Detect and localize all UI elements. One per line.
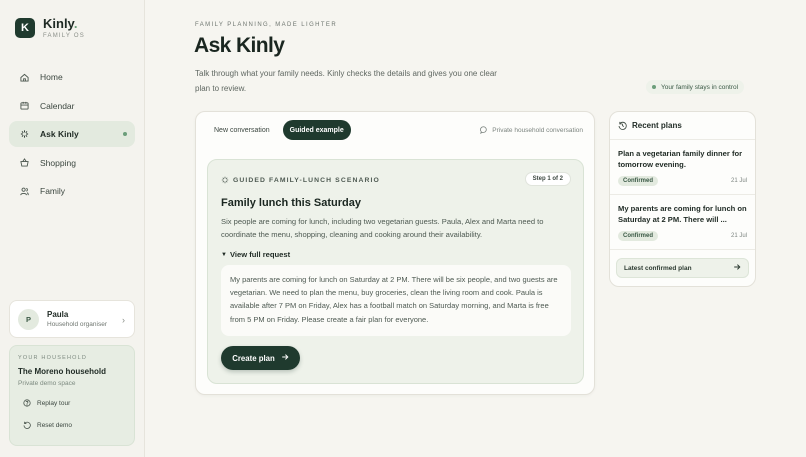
- household-card: YOUR HOUSEHOLD The Moreno household Priv…: [9, 345, 135, 446]
- plan-title: My parents are coming for lunch on Satur…: [618, 204, 747, 224]
- brand-subtitle: FAMILY OS: [43, 33, 85, 39]
- calendar-icon: [20, 101, 29, 110]
- plan-date: 21 Jul: [730, 178, 747, 184]
- view-full-request-toggle[interactable]: ▼ View full request: [221, 250, 290, 259]
- sidebar-item-home[interactable]: Home: [9, 64, 135, 90]
- toggle-label: View full request: [229, 250, 291, 259]
- conversation-panel: New conversation Guided example Private …: [195, 111, 595, 395]
- control-status-label: Your family stays in control: [661, 83, 739, 91]
- sidebar-item-label: Calendar: [40, 100, 75, 111]
- latest-confirmed-plan-label: Latest confirmed plan: [624, 264, 692, 272]
- tab-guided-example[interactable]: Guided example: [282, 120, 351, 140]
- page-lead: Talk through what your family needs. Kin…: [195, 69, 497, 93]
- latest-confirmed-plan-button[interactable]: Latest confirmed plan: [616, 258, 749, 278]
- sidebar-item-label: Ask Kinly: [40, 129, 79, 140]
- status-badge: Confirmed: [618, 231, 658, 241]
- household-kicker: YOUR HOUSEHOLD: [18, 355, 88, 361]
- reset-icon: [23, 421, 31, 429]
- sparkle-icon: [221, 176, 229, 184]
- sidebar-item-label: Shopping: [40, 157, 76, 168]
- reset-demo-button[interactable]: Reset demo: [18, 421, 126, 429]
- recent-plans-title: Recent plans: [632, 121, 682, 130]
- sidebar-item-label: Home: [40, 72, 63, 82]
- private-note: Private household conversation: [480, 126, 583, 134]
- help-circle-icon: [23, 399, 31, 407]
- active-indicator: [123, 132, 127, 137]
- sidebar-nav: Home Calendar Ask Kinly Shopping Family: [9, 64, 135, 207]
- tab-new-conversation[interactable]: New conversation: [207, 120, 277, 140]
- brand[interactable]: K Kinly. FAMILY OS: [15, 17, 85, 39]
- recent-plans-header: Recent plans: [610, 112, 755, 140]
- page-title: Ask Kinly: [194, 34, 285, 57]
- home-icon: [20, 73, 29, 82]
- chevron-right-icon: ›: [122, 315, 125, 325]
- create-plan-button[interactable]: Create plan: [221, 346, 300, 370]
- reset-demo-label: Reset demo: [37, 421, 73, 429]
- replay-tour-button[interactable]: Replay tour: [18, 399, 126, 407]
- user-role: Household organiser: [47, 321, 107, 328]
- arrow-right-icon: [733, 263, 741, 273]
- people-icon: [20, 187, 29, 196]
- triangle-down-icon: ▼: [221, 251, 227, 258]
- sidebar-item-family[interactable]: Family: [9, 178, 135, 204]
- page-kicker: FAMILY PLANNING, MADE LIGHTER: [195, 22, 338, 28]
- scenario-description: Six people are coming for lunch, includi…: [221, 217, 544, 239]
- scenario-kicker-label: GUIDED FAMILY-LUNCH SCENARIO: [233, 176, 380, 184]
- plan-date: 21 Jul: [730, 233, 747, 239]
- plan-title: Plan a vegetarian family dinner for tomo…: [618, 149, 743, 169]
- brand-logo: K: [15, 18, 35, 38]
- status-badge: Confirmed: [618, 176, 658, 186]
- basket-icon: [20, 158, 29, 167]
- sidebar: K Kinly. FAMILY OS Home Calendar Ask Kin…: [0, 0, 145, 457]
- status-dot: [652, 85, 656, 89]
- scenario-kicker: GUIDED FAMILY-LUNCH SCENARIO: [221, 176, 380, 184]
- sparkle-icon: [20, 130, 29, 139]
- brand-name: Kinly.: [43, 16, 78, 31]
- avatar: P: [18, 308, 39, 330]
- recent-plans-card: Recent plans Plan a vegetarian family di…: [609, 111, 756, 287]
- full-request-text: My parents are coming for lunch on Satur…: [221, 265, 571, 336]
- step-badge: Step 1 of 2: [524, 172, 571, 186]
- user-name: Paula: [47, 310, 69, 319]
- sidebar-item-shopping[interactable]: Shopping: [9, 150, 135, 176]
- scenario-card: GUIDED FAMILY-LUNCH SCENARIO Step 1 of 2…: [207, 159, 584, 384]
- user-card[interactable]: P Paula Household organiser ›: [9, 300, 135, 338]
- control-status-pill: Your family stays in control: [646, 80, 745, 94]
- create-plan-label: Create plan: [232, 353, 275, 363]
- arrow-right-icon: [281, 353, 289, 363]
- private-note-label: Private household conversation: [492, 126, 583, 134]
- sidebar-item-label: Family: [40, 186, 66, 197]
- list-item[interactable]: Plan a vegetarian family dinner for tomo…: [610, 140, 755, 195]
- replay-tour-label: Replay tour: [37, 399, 71, 407]
- list-item[interactable]: My parents are coming for lunch on Satur…: [610, 195, 755, 250]
- history-icon: [618, 121, 627, 130]
- sidebar-item-calendar[interactable]: Calendar: [9, 93, 135, 119]
- scenario-title: Family lunch this Saturday: [221, 197, 361, 209]
- household-name: The Moreno household: [18, 367, 106, 376]
- sidebar-item-ask-kinly[interactable]: Ask Kinly: [9, 121, 135, 148]
- conversation-tabs: New conversation Guided example: [207, 120, 351, 140]
- chat-bubble-icon: [480, 126, 488, 134]
- household-subtitle: Private demo space: [18, 380, 76, 387]
